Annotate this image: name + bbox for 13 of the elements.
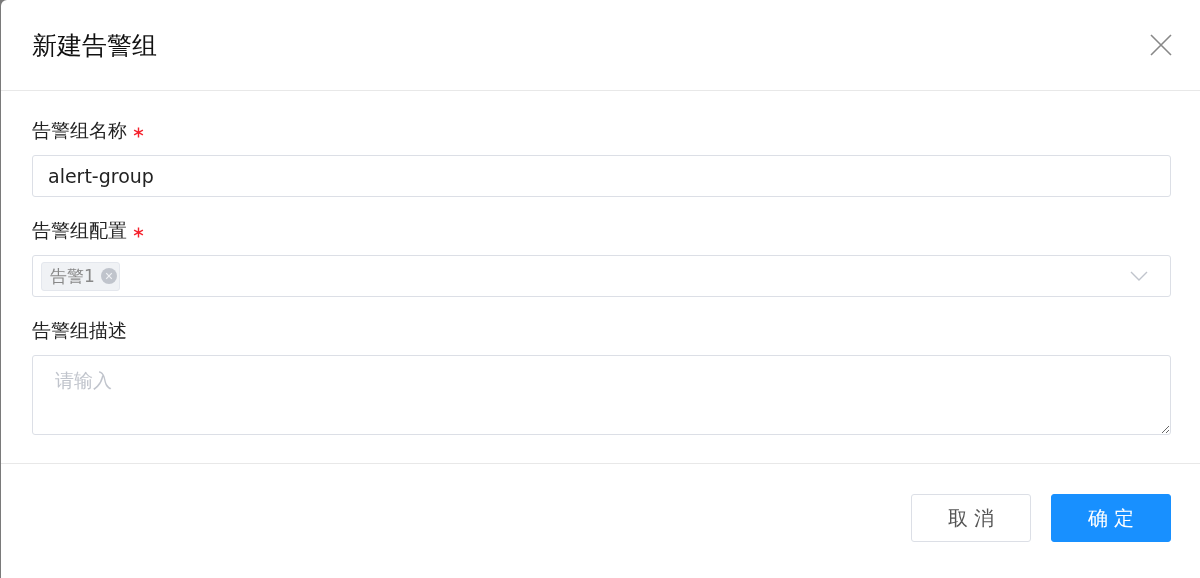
textarea-field[interactable]: 请输入 xyxy=(32,355,1171,435)
field-label: 告警组描述 xyxy=(32,318,127,343)
confirm-button[interactable]: 确定 xyxy=(1051,494,1171,542)
text-input-field[interactable]: alert-group xyxy=(32,155,1171,197)
field-label: 告警组名称 xyxy=(32,118,127,143)
tag-chip[interactable]: 告警1 xyxy=(41,261,120,291)
close-button[interactable] xyxy=(1150,34,1172,56)
cancel-button[interactable]: 取消 xyxy=(911,494,1031,542)
multi-select-field[interactable]: 告警1 xyxy=(32,255,1171,297)
dialog-title: 新建告警组 xyxy=(32,29,158,62)
field-label: 告警组配置 xyxy=(32,218,127,243)
remove-icon[interactable] xyxy=(100,268,117,284)
chevron-down-icon[interactable] xyxy=(1130,271,1148,281)
